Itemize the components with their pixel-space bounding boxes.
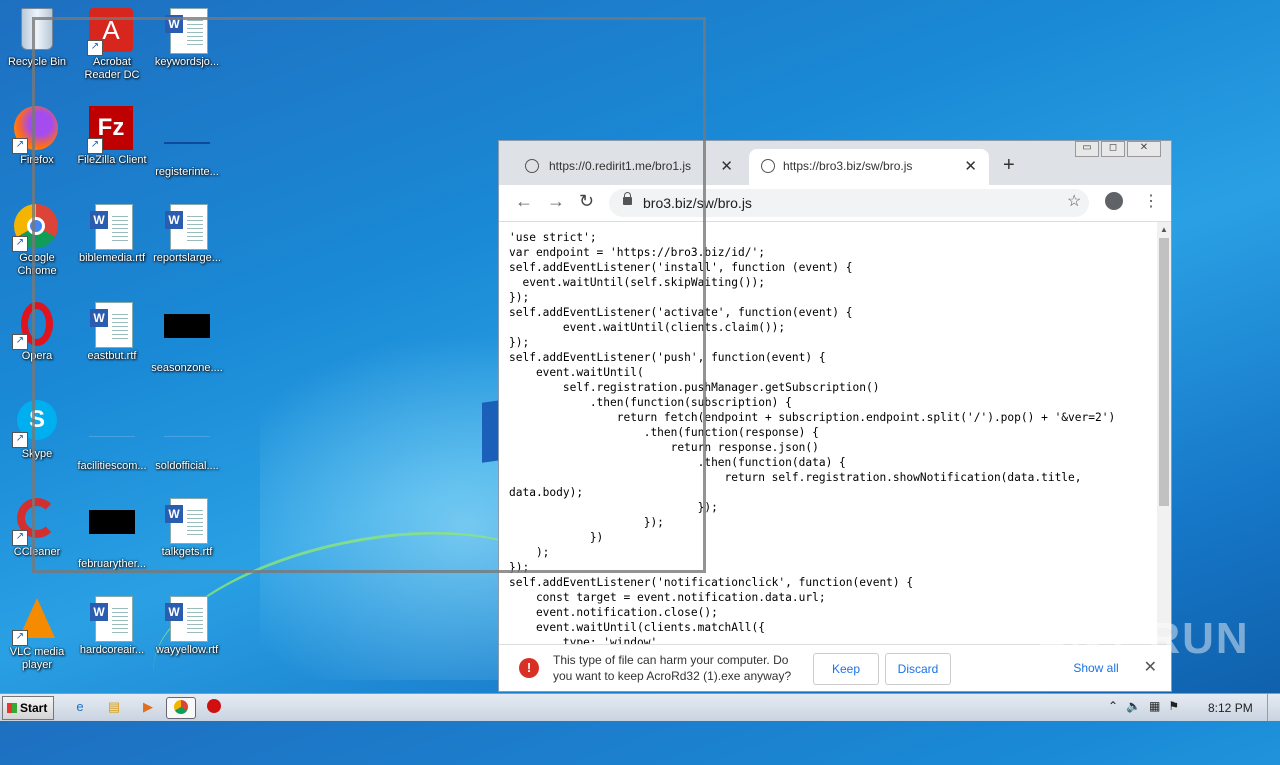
desktop-icon-talkgets[interactable]: talkgets.rtf bbox=[150, 498, 224, 559]
windows-logo-icon bbox=[7, 703, 17, 713]
discard-button[interactable]: Discard bbox=[885, 653, 951, 685]
desktop-icon-facilitiescom[interactable]: facilitiescom... bbox=[75, 400, 149, 473]
desktop-icon-filezilla[interactable]: Fz ↗ FileZilla Client bbox=[75, 106, 149, 167]
shortcut-arrow-icon: ↗ bbox=[87, 138, 103, 154]
shortcut-arrow-icon: ↗ bbox=[12, 236, 28, 252]
word-document-icon bbox=[164, 596, 210, 642]
start-button[interactable]: Start bbox=[2, 696, 54, 720]
desktop-icon-eastbut[interactable]: eastbut.rtf bbox=[75, 302, 149, 363]
opera-icon: ↗ bbox=[12, 302, 60, 350]
maximize-button[interactable]: ◻ bbox=[1101, 141, 1125, 157]
desktop-icon-soldofficial[interactable]: soldofficial.... bbox=[150, 400, 224, 473]
skype-icon: S ↗ bbox=[12, 400, 60, 448]
word-document-icon bbox=[164, 204, 210, 250]
tray-overflow-icon[interactable]: ⌃ bbox=[1108, 699, 1118, 713]
internet-explorer-icon[interactable]: e bbox=[70, 697, 90, 717]
desktop-icon-hardcoreair[interactable]: hardcoreair... bbox=[75, 596, 149, 657]
lock-icon bbox=[623, 192, 632, 205]
shortcut-arrow-icon: ↗ bbox=[12, 138, 28, 154]
word-document-icon bbox=[89, 204, 135, 250]
desktop-icon-wayyellow[interactable]: wayyellow.rtf bbox=[150, 596, 224, 657]
blank-file-icon bbox=[164, 118, 210, 164]
blank-file-icon bbox=[89, 412, 135, 458]
clock[interactable]: 8:12 PM bbox=[1208, 701, 1253, 715]
globe-icon bbox=[525, 159, 539, 173]
blank-file-icon bbox=[164, 412, 210, 458]
file-explorer-icon[interactable]: ▤ bbox=[104, 697, 124, 717]
chrome-taskbar-icon[interactable] bbox=[166, 697, 196, 719]
close-window-button[interactable]: ✕ bbox=[1127, 141, 1161, 157]
watermark: ANY RUN bbox=[1036, 614, 1250, 663]
volume-icon[interactable]: 🔈 bbox=[1126, 699, 1141, 713]
action-center-flag-icon[interactable]: ⚑ bbox=[1168, 699, 1179, 713]
desktop-icon-recycle-bin[interactable]: Recycle Bin bbox=[0, 8, 74, 69]
kebab-menu-icon[interactable]: ⋮ bbox=[1143, 191, 1159, 211]
media-player-icon[interactable]: ▶ bbox=[138, 697, 158, 717]
taskbar: Start e ▤ ▶ ⌃ 🔈 ▦ ⚑ 8:12 PM bbox=[0, 693, 1280, 721]
tab-bro1[interactable]: https://0.redirit1.me/bro1.js ✕ bbox=[503, 149, 745, 185]
desktop-icon-biblemedia[interactable]: biblemedia.rtf bbox=[75, 204, 149, 265]
desktop-icon-februaryther[interactable]: februaryther... bbox=[75, 498, 149, 571]
address-bar[interactable]: bro3.biz/sw/bro.js bbox=[609, 189, 1089, 217]
chrome-window: https://0.redirit1.me/bro1.js ✕ https://… bbox=[498, 140, 1172, 692]
bookmark-star-icon[interactable]: ☆ bbox=[1067, 191, 1081, 211]
black-file-icon bbox=[89, 510, 135, 556]
ccleaner-icon: ↗ bbox=[12, 498, 60, 546]
new-tab-button[interactable]: + bbox=[1003, 154, 1015, 177]
desktop-icon-opera[interactable]: ↗ Opera bbox=[0, 302, 74, 363]
vlc-icon: ↗ bbox=[12, 598, 60, 646]
shortcut-arrow-icon: ↗ bbox=[87, 40, 103, 56]
word-document-icon bbox=[164, 498, 210, 544]
word-document-icon bbox=[164, 8, 210, 54]
url-text: bro3.biz/sw/bro.js bbox=[643, 195, 752, 211]
scroll-up-icon[interactable]: ▲ bbox=[1160, 225, 1168, 234]
shortcut-arrow-icon: ↗ bbox=[12, 432, 28, 448]
shortcut-arrow-icon: ↗ bbox=[12, 630, 28, 646]
network-icon[interactable]: ▦ bbox=[1149, 699, 1160, 713]
desktop-icon-ccleaner[interactable]: ↗ CCleaner bbox=[0, 498, 74, 559]
word-document-icon bbox=[89, 596, 135, 642]
page-content: 'use strict'; var endpoint = 'https://br… bbox=[499, 222, 1157, 646]
desktop-icon-seasonzone[interactable]: seasonzone.... bbox=[150, 302, 224, 375]
minimize-button[interactable]: ▭ bbox=[1075, 141, 1099, 157]
globe-icon bbox=[761, 159, 775, 173]
desktop-icon-firefox[interactable]: ↗ Firefox bbox=[0, 106, 74, 167]
desktop-icon-registerinte[interactable]: registerinte... bbox=[150, 106, 224, 179]
browser-toolbar: ← → ↻ bro3.biz/sw/bro.js ☆ ⋮ bbox=[499, 185, 1171, 222]
download-warning-text: This type of file can harm your computer… bbox=[553, 653, 792, 683]
recycle-bin-icon bbox=[14, 8, 60, 54]
tab-strip: https://0.redirit1.me/bro1.js ✕ https://… bbox=[499, 141, 1171, 185]
forward-arrow-icon[interactable]: → bbox=[547, 191, 565, 212]
scrollbar-thumb[interactable] bbox=[1159, 238, 1169, 506]
back-arrow-icon[interactable]: ← bbox=[515, 191, 533, 212]
tab-close-icon[interactable]: ✕ bbox=[964, 157, 977, 175]
desktop-icon-chrome[interactable]: ↗ Google Chrome bbox=[0, 204, 74, 278]
shortcut-arrow-icon: ↗ bbox=[12, 530, 28, 546]
tab-close-icon[interactable]: ✕ bbox=[720, 157, 733, 175]
acrobat-icon: A ↗ bbox=[87, 8, 135, 56]
keep-button[interactable]: Keep bbox=[813, 653, 879, 685]
reload-icon[interactable]: ↻ bbox=[579, 191, 594, 212]
word-document-icon bbox=[89, 302, 135, 348]
profile-avatar-icon[interactable] bbox=[1105, 192, 1123, 210]
filezilla-icon: Fz ↗ bbox=[87, 106, 135, 154]
desktop-icon-vlc[interactable]: ↗ VLC media player bbox=[0, 596, 74, 672]
system-tray: ⌃ 🔈 ▦ ⚑ bbox=[1108, 699, 1179, 713]
shortcut-arrow-icon: ↗ bbox=[12, 334, 28, 350]
source-code: 'use strict'; var endpoint = 'https://br… bbox=[509, 231, 1116, 646]
desktop-icon-keywordsjo[interactable]: keywordsjo... bbox=[150, 8, 224, 69]
desktop-icon-acrobat[interactable]: A ↗ Acrobat Reader DC bbox=[75, 8, 149, 82]
warning-icon: ! bbox=[519, 658, 539, 678]
tab-bro3[interactable]: https://bro3.biz/sw/bro.js ✕ bbox=[749, 149, 989, 185]
desktop-icon-skype[interactable]: S ↗ Skype bbox=[0, 400, 74, 461]
window-controls: ▭ ◻ ✕ bbox=[1075, 141, 1161, 157]
desktop-icon-reportslarge[interactable]: reportslarge... bbox=[150, 204, 224, 265]
show-desktop-button[interactable] bbox=[1267, 694, 1280, 721]
vertical-scrollbar[interactable]: ▲ bbox=[1157, 222, 1171, 646]
chrome-icon: ↗ bbox=[12, 204, 60, 252]
black-file-icon bbox=[164, 314, 210, 360]
firefox-icon: ↗ bbox=[12, 106, 60, 154]
opera-taskbar-icon[interactable] bbox=[204, 697, 224, 717]
